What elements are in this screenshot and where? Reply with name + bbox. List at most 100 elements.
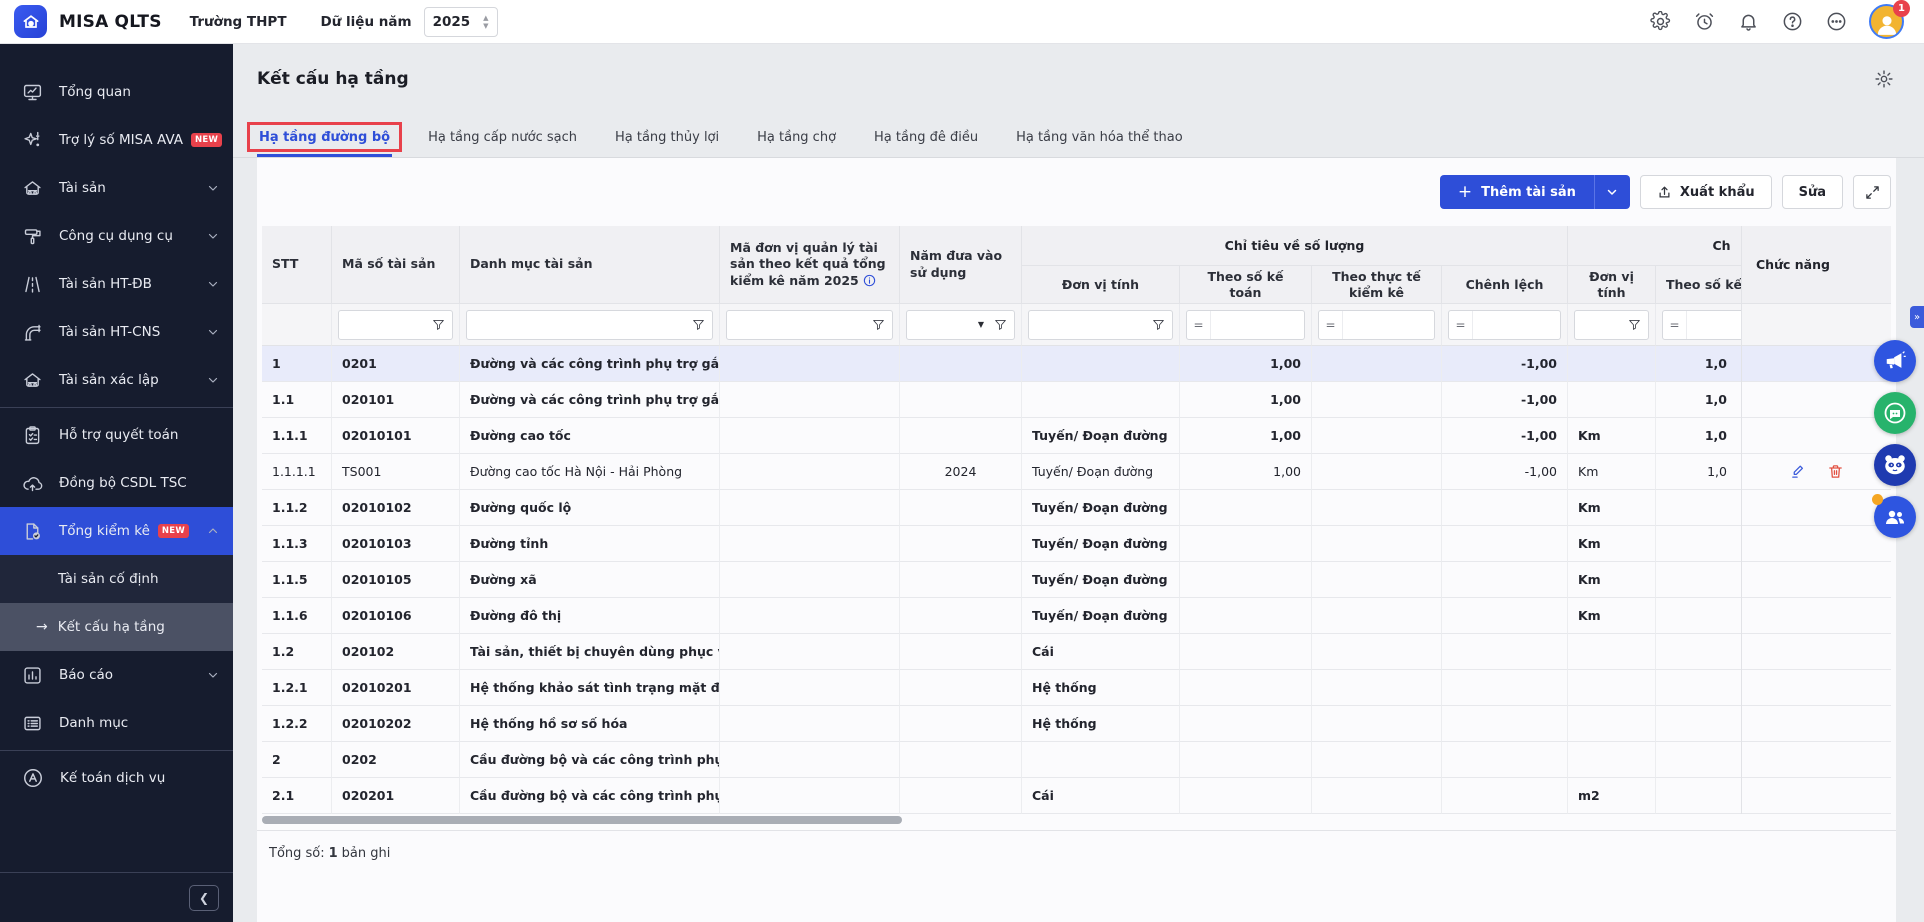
sidebar-subitem[interactable]: Tài sản cố định [0, 555, 233, 603]
sidebar-item-report[interactable]: Báo cáo [0, 651, 233, 699]
tab-label: Hạ tầng thủy lợi [615, 130, 719, 145]
table-row[interactable]: 1.1.502010105Đường xãTuyến/ Đoạn đườngKm [262, 562, 1891, 598]
table-row[interactable]: 1.1.202010102Đường quốc lộTuyến/ Đoạn đư… [262, 490, 1891, 526]
edit-row-icon[interactable] [1790, 463, 1807, 480]
filter-input-name[interactable] [467, 311, 684, 339]
filter-funnel-icon[interactable] [684, 311, 712, 339]
filter-funnel-icon[interactable] [864, 311, 892, 339]
info-icon[interactable] [863, 273, 876, 288]
sidebar-item-amis[interactable]: Kế toán dịch vụ [0, 754, 233, 802]
sidebar-item-roller[interactable]: Công cụ dụng cụ [0, 212, 233, 260]
edit-button[interactable]: Sửa [1782, 175, 1843, 209]
delete-row-icon[interactable] [1827, 463, 1844, 480]
filter-funnel-icon[interactable] [424, 311, 452, 339]
function-cell [1742, 706, 1891, 742]
notifications-bell-icon[interactable] [1737, 11, 1759, 33]
more-options-icon[interactable] [1825, 11, 1847, 33]
tab-4[interactable]: Hạ tầng chợ [755, 130, 838, 157]
table-row[interactable]: 10201Đường và các công trình phụ trợ gắn… [262, 346, 1891, 382]
year-select[interactable]: 2025 ▲▼ [424, 7, 498, 37]
table-row[interactable]: 20202Cầu đường bộ và các công trình phụ … [262, 742, 1891, 778]
tab-3[interactable]: Hạ tầng thủy lợi [613, 130, 721, 157]
table-row[interactable]: 1.2.102010201Hệ thống khảo sát tình trạn… [262, 670, 1891, 706]
chat-support-icon[interactable] [1874, 392, 1916, 434]
sidebar-item-sparkle[interactable]: Trợ lý số MISA AVANEW [0, 116, 233, 164]
add-asset-button[interactable]: + Thêm tài sản [1440, 175, 1594, 209]
misa-bot-panda-icon[interactable] [1874, 444, 1916, 486]
filter-equals-icon[interactable]: = [1663, 311, 1687, 339]
filter-input-qty_acct[interactable] [1211, 311, 1304, 339]
sidebar-item-asset[interactable]: Tài sản [0, 164, 233, 212]
column-header-qty_acct[interactable]: Theo số kế toán [1180, 266, 1312, 304]
help-icon[interactable] [1781, 11, 1803, 33]
app-logo-icon[interactable] [14, 5, 47, 38]
filter-input-code[interactable] [339, 311, 424, 339]
column-header-unit[interactable]: Đơn vị tính [1022, 266, 1180, 304]
filter-input-unit[interactable] [1029, 311, 1144, 339]
community-users-icon[interactable] [1874, 496, 1916, 538]
sidebar-item-clipboard[interactable]: Hỗ trợ quyết toán [0, 411, 233, 459]
filter-funnel-icon[interactable] [1144, 311, 1172, 339]
sidebar-item-inventory[interactable]: Tổng kiểm kêNEW [0, 507, 233, 555]
tab-2[interactable]: Hạ tầng cấp nước sạch [426, 130, 579, 157]
sidebar-item-label: Hỗ trợ quyết toán [59, 427, 178, 443]
filter-input-unit2[interactable] [1575, 311, 1620, 339]
column-header-stt[interactable]: STT [262, 226, 332, 304]
table-row[interactable]: 1.1.302010103Đường tỉnhTuyến/ Đoạn đường… [262, 526, 1891, 562]
sidebar-collapse-button[interactable]: ❮ [189, 885, 219, 911]
user-avatar[interactable]: 1 [1869, 4, 1904, 39]
sidebar-item-label: Trợ lý số MISA AVA [59, 132, 183, 148]
table-row[interactable]: 1.2020102Tài sản, thiết bị chuyên dùng p… [262, 634, 1891, 670]
side-widget-expander-icon[interactable]: » [1910, 306, 1924, 328]
filter-input-qty_inv[interactable] [1343, 311, 1434, 339]
tab-5[interactable]: Hạ tầng đê điều [872, 130, 980, 157]
column-header-unit2[interactable]: Đơn vị tính [1568, 266, 1656, 304]
cell-unit: Tuyến/ Đoạn đường [1022, 562, 1180, 598]
sidebar-item-pipe[interactable]: Tài sản HT-CNS [0, 308, 233, 356]
filter-caret-icon[interactable]: ▼ [968, 320, 986, 329]
table-row[interactable]: 1.2.202010202Hệ thống hồ sơ số hóaHệ thố… [262, 706, 1891, 742]
filter-equals-icon[interactable]: = [1187, 311, 1211, 339]
table-row[interactable]: 2.1020201Cầu đường bộ và các công trình … [262, 778, 1891, 814]
filter-input-unit_code[interactable] [727, 311, 864, 339]
filter-equals-icon[interactable]: = [1449, 311, 1473, 339]
column-header-diff[interactable]: Chênh lệch [1442, 266, 1568, 304]
column-header-qty_inv[interactable]: Theo thực tế kiểm kê [1312, 266, 1442, 304]
column-header-unit_code[interactable]: Mã đơn vị quản lý tài sản theo kết quả t… [720, 226, 900, 304]
sidebar-item-asset[interactable]: Tài sản xác lập [0, 356, 233, 404]
sidebar-item-category[interactable]: Danh mục [0, 699, 233, 747]
settings-icon[interactable] [1649, 11, 1671, 33]
cell-code: 02010201 [332, 670, 460, 706]
tab-6[interactable]: Hạ tầng văn hóa thể thao [1014, 130, 1185, 157]
table-settings-icon[interactable] [1874, 69, 1894, 89]
announcement-megaphone-icon[interactable] [1874, 340, 1916, 382]
horizontal-scrollbar[interactable] [262, 816, 1891, 830]
sidebar-item-road[interactable]: Tài sản HT-ĐB [0, 260, 233, 308]
function-cell [1742, 598, 1891, 634]
fullscreen-button[interactable] [1853, 175, 1891, 209]
year-value: 2025 [433, 14, 484, 30]
column-header-year[interactable]: Năm đưa vào sử dụng [900, 226, 1022, 304]
filter-cell-unit_code [720, 304, 900, 346]
table-row[interactable]: 1.1.102010101Đường cao tốcTuyến/ Đoạn đư… [262, 418, 1891, 454]
cell-year [900, 526, 1022, 562]
filter-funnel-icon[interactable] [986, 311, 1014, 339]
column-header-name[interactable]: Danh mục tài sản [460, 226, 720, 304]
sidebar-subitem[interactable]: →Kết cấu hạ tầng [0, 603, 233, 651]
table-row[interactable]: 1.1.1.1TS001Đường cao tốc Hà Nội - Hải P… [262, 454, 1891, 490]
export-button[interactable]: Xuất khẩu [1640, 175, 1772, 209]
sidebar-item-overview[interactable]: Tổng quan [0, 68, 233, 116]
table-row[interactable]: 1.1.602010106Đường đô thịTuyến/ Đoạn đườ… [262, 598, 1891, 634]
column-header-code[interactable]: Mã số tài sản [332, 226, 460, 304]
table-row[interactable]: 1.1020101Đường và các công trình phụ trợ… [262, 382, 1891, 418]
scrollbar-thumb[interactable] [262, 816, 902, 824]
filter-input-diff[interactable] [1473, 311, 1560, 339]
filter-equals-icon[interactable]: = [1319, 311, 1343, 339]
year-stepper-icon[interactable]: ▲▼ [483, 15, 488, 29]
filter-funnel-icon[interactable] [1620, 311, 1648, 339]
sidebar-item-cloud-sync[interactable]: Đồng bộ CSDL TSC [0, 459, 233, 507]
reminder-clock-icon[interactable] [1693, 11, 1715, 33]
tab-1[interactable]: Hạ tầng đường bộ [257, 130, 392, 157]
cell-stt: 2 [262, 742, 332, 778]
add-asset-dropdown-button[interactable] [1594, 175, 1630, 209]
